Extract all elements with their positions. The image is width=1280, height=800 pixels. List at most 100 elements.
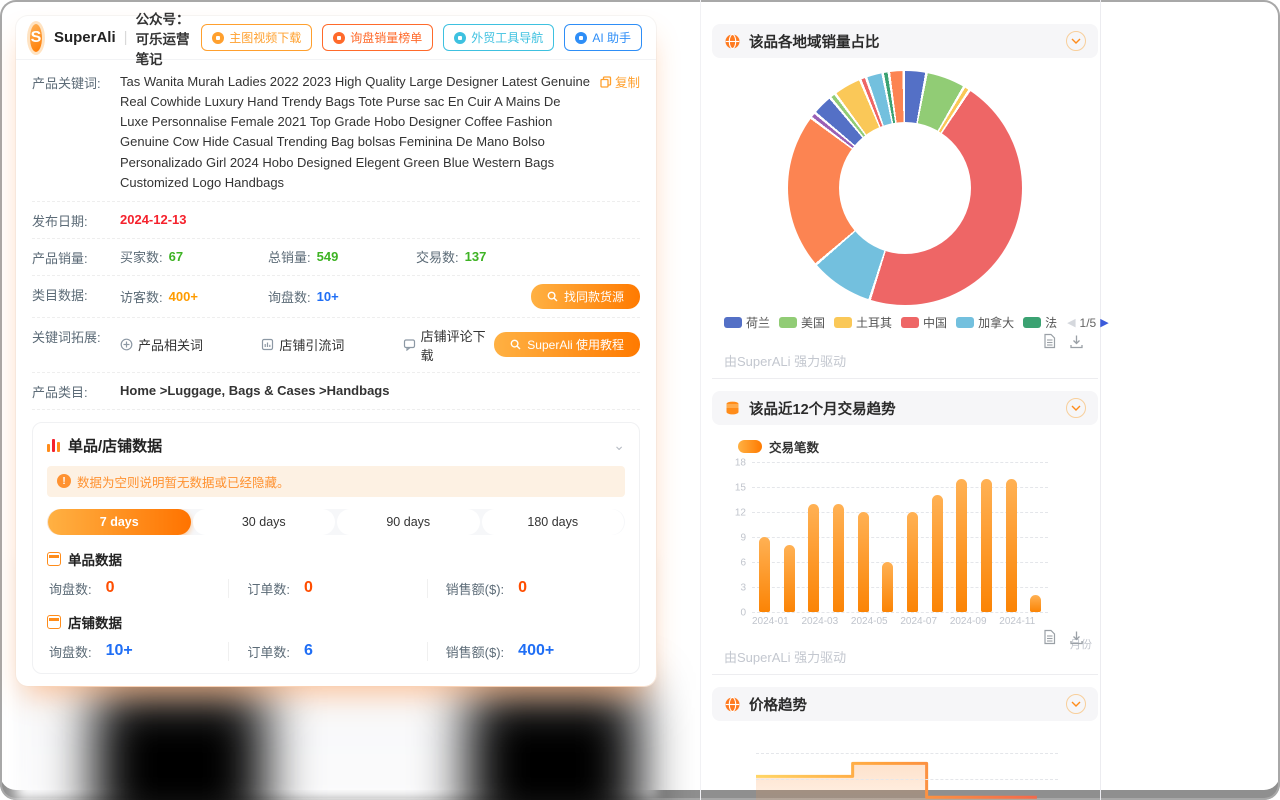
sales-amount-label: 销售额($): — [446, 642, 505, 661]
inquiry-ranking-button[interactable]: 询盘销量榜单 — [322, 24, 433, 51]
blurred-product-image — [95, 690, 265, 800]
legend-next-icon[interactable]: ▶ — [1100, 316, 1108, 329]
bar[interactable] — [974, 462, 999, 612]
visitors-value: 400+ — [169, 289, 198, 304]
visitors-label: 访客数: — [120, 287, 163, 306]
legend-page-indicator: 1/5 — [1080, 316, 1097, 330]
trend-panel-header: 该品近12个月交易趋势 — [712, 391, 1098, 425]
legend-item[interactable]: 中国 — [901, 314, 947, 331]
tab-30-days[interactable]: 30 days — [193, 509, 336, 535]
stats-card: 单品/店铺数据 ⌄ ! 数据为空则说明暂无数据或已经隐藏。 7 days 30 … — [32, 422, 640, 674]
calendar-icon — [47, 552, 61, 566]
bar[interactable] — [949, 462, 974, 612]
bar[interactable] — [801, 462, 826, 612]
download-icon[interactable] — [1069, 630, 1084, 645]
x-axis-label: 2024-01 — [752, 616, 789, 627]
bar[interactable] — [752, 462, 777, 612]
legend-item[interactable]: 加拿大 — [956, 314, 1014, 331]
legend-swatch — [1023, 317, 1041, 328]
trade-tools-button[interactable]: 外贸工具导航 — [443, 24, 554, 51]
inquiry-count-value: 0 — [106, 579, 115, 597]
product-data-section-header: 单品数据 — [47, 549, 625, 569]
tab-7-days[interactable]: 7 days — [48, 509, 191, 535]
x-axis-label: 2024-09 — [950, 616, 987, 627]
legend-item[interactable]: 美国 — [779, 314, 825, 331]
robot-icon — [575, 32, 587, 44]
legend-item[interactable]: 荷兰 — [724, 314, 770, 331]
collapse-chevron-icon[interactable] — [1066, 694, 1086, 714]
bar[interactable] — [900, 462, 925, 612]
buyers-label: 买家数: — [120, 247, 163, 266]
price-panel-header: 价格趋势 — [712, 687, 1098, 721]
x-axis-label: 2024-07 — [900, 616, 937, 627]
legend-swatch — [901, 317, 919, 328]
keywords-label: 产品关键词: — [32, 72, 120, 92]
report-icon[interactable] — [1042, 629, 1057, 645]
bar[interactable] — [826, 462, 851, 612]
bar-chart[interactable]: 0369121518 — [752, 462, 1048, 612]
bar[interactable] — [777, 462, 802, 612]
inquiries-label: 询盘数: — [268, 287, 311, 306]
x-axis-label: 2024-05 — [851, 616, 888, 627]
find-same-source-button[interactable]: 找同款货源 — [531, 284, 640, 309]
account-label: 公众号：可乐运营笔记 — [136, 8, 194, 68]
legend-prev-icon[interactable]: ◀ — [1067, 316, 1075, 329]
shop-data-section-header: 店铺数据 — [47, 612, 625, 632]
keyword-expand-label: 关键词拓展: — [32, 326, 120, 346]
bar[interactable] — [999, 462, 1024, 612]
price-step-line — [756, 743, 1058, 800]
shop-traffic-words-link[interactable]: 店铺引流词 — [261, 335, 402, 354]
bar-legend[interactable]: 交易笔数 — [738, 437, 1088, 456]
transactions-value: 137 — [465, 249, 487, 264]
region-panel-title: 该品各地域销量占比 — [749, 31, 880, 52]
tab-180-days[interactable]: 180 days — [482, 509, 625, 535]
ai-assistant-button[interactable]: AI 助手 — [564, 24, 642, 51]
calendar-icon — [47, 615, 61, 629]
bar[interactable] — [875, 462, 900, 612]
bar-x-axis: 2024-012024-032024-052024-072024-092024-… — [752, 616, 1048, 627]
copy-button[interactable]: 复制 — [600, 72, 640, 91]
price-trend-panel: 价格趋势 353025 — [712, 687, 1098, 800]
download-icon[interactable] — [1069, 334, 1084, 349]
x-axis-label — [1035, 616, 1048, 627]
superali-logo: S — [30, 24, 42, 52]
sales-amount-value: 400+ — [518, 642, 554, 660]
region-panel-footer: 由SuperALi 强力驱动 — [722, 331, 1088, 372]
video-download-button[interactable]: 主图视频下载 — [201, 24, 312, 51]
inquiries-value: 10+ — [317, 289, 339, 304]
x-axis-label — [937, 616, 950, 627]
product-analysis-card: S SuperAli | 公众号：可乐运营笔记 主图视频下载 询盘销量榜单 外贸… — [16, 16, 656, 686]
shop-reviews-download-link[interactable]: 店铺评论下载 — [403, 326, 495, 364]
tab-90-days[interactable]: 90 days — [337, 509, 480, 535]
legend-item[interactable]: 土耳其 — [834, 314, 892, 331]
shop-icon — [261, 338, 274, 351]
price-chart[interactable]: 353025 — [756, 743, 1058, 800]
copy-icon — [600, 76, 612, 88]
total-sales-value: 549 — [317, 249, 339, 264]
tutorial-button[interactable]: SuperAli 使用教程 — [494, 332, 640, 357]
powered-by-label: 由SuperALi 强力驱动 — [724, 351, 1084, 370]
legend-item[interactable]: 法国 — [1023, 314, 1058, 331]
related-words-icon — [120, 338, 133, 351]
region-panel-header: 该品各地域销量占比 — [712, 24, 1098, 58]
bar[interactable] — [851, 462, 876, 612]
video-icon — [212, 32, 224, 44]
inquiry-count-label: 询盘数: — [49, 642, 92, 661]
report-icon[interactable] — [1042, 333, 1057, 349]
legend-swatch — [956, 317, 974, 328]
chevron-down-icon[interactable]: ⌄ — [613, 437, 625, 454]
donut-chart[interactable] — [788, 71, 1022, 305]
price-panel-title: 价格趋势 — [749, 694, 807, 715]
pie-legend: 荷兰美国土耳其中国加拿大法国◀ 1/5 ▶ — [724, 314, 1086, 331]
collapse-chevron-icon[interactable] — [1066, 31, 1086, 51]
time-range-tabs: 7 days 30 days 90 days 180 days — [47, 509, 625, 535]
inquiry-count-label: 询盘数: — [49, 579, 92, 598]
shop-data-title: 店铺数据 — [68, 612, 122, 632]
collapse-chevron-icon[interactable] — [1066, 398, 1086, 418]
x-axis-label — [987, 616, 1000, 627]
sales-amount-value: 0 — [518, 579, 527, 597]
category-path-row: 产品类目: Home >Luggage, Bags & Cases >Handb… — [32, 373, 640, 410]
bar[interactable] — [925, 462, 950, 612]
bar[interactable] — [1023, 462, 1048, 612]
related-words-link[interactable]: 产品相关词 — [120, 335, 261, 354]
